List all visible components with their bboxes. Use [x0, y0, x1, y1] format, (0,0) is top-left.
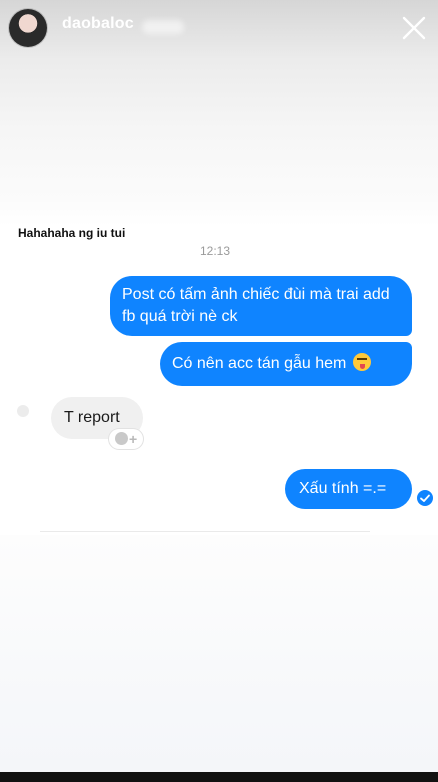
story-time-blur: [142, 20, 184, 34]
message-text: Xấu tính =.=: [299, 480, 387, 497]
add-reaction-icon[interactable]: +: [109, 429, 143, 449]
winking-tongue-emoji-icon: [352, 353, 371, 371]
message-bubble-outgoing: Xấu tính =.=: [285, 469, 412, 509]
story-caption: Hahahaha ng iu tui: [18, 226, 126, 240]
divider: [40, 531, 370, 532]
chat-timestamp: 12:13: [200, 244, 231, 258]
message-bubble-outgoing: Có nên acc tán gẫu hem: [160, 342, 412, 386]
message-text: T report: [64, 409, 120, 426]
profile-avatar[interactable]: [9, 9, 47, 47]
seen-check-icon: [417, 490, 433, 506]
story-username[interactable]: daobaloc: [62, 15, 134, 33]
story-bottom-area: [0, 535, 438, 772]
close-icon[interactable]: [398, 12, 430, 44]
sender-avatar-placeholder: [17, 405, 29, 417]
bottom-edge: [0, 772, 438, 782]
smiley-icon: [115, 432, 128, 445]
plus-icon: +: [129, 431, 138, 447]
message-text: Có nên acc tán gẫu hem: [172, 355, 347, 372]
message-text: Post có tấm ảnh chiếc đùi mà trai add fb…: [122, 286, 390, 325]
message-bubble-outgoing: Post có tấm ảnh chiếc đùi mà trai add fb…: [110, 276, 412, 336]
